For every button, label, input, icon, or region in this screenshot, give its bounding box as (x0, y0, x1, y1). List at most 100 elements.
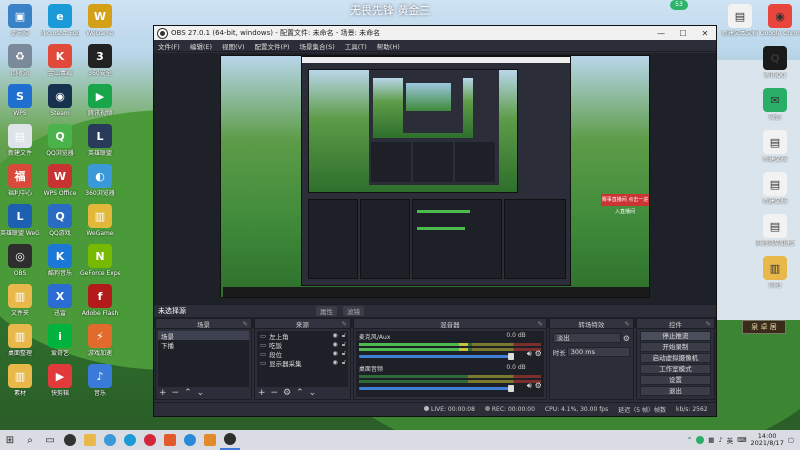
obs-window[interactable]: OBS 27.0.1 (64-bit, windows) - 配置文件: 未命名… (153, 25, 717, 417)
source-item[interactable]: ▭ 显示器采集 ◉ 🔓︎ (257, 358, 348, 368)
menu-item[interactable]: 帮助(H) (377, 41, 400, 51)
lock-icon[interactable]: 🔓︎ (342, 340, 346, 349)
taskbar-app-1[interactable] (60, 430, 80, 450)
speaker-icon[interactable]: 🔊︎ (527, 349, 532, 359)
lock-icon[interactable]: 🔓︎ (342, 331, 346, 340)
desktop-icon[interactable]: S WPS (0, 84, 40, 117)
preview-area[interactable]: 赛事直播间 点击一进入直播间 (154, 53, 716, 328)
notifications-icon[interactable]: ▢ (788, 436, 794, 444)
desktop-icon[interactable]: K 金山毒霸 (40, 44, 80, 77)
control-button[interactable]: 设置 (639, 375, 711, 385)
filters-button[interactable]: 滤镜 (343, 306, 364, 316)
menu-item[interactable]: 文件(F) (158, 41, 180, 51)
properties-button[interactable]: 属性 (316, 306, 337, 316)
desktop-icon[interactable]: 福福利中心 (0, 164, 40, 197)
desktop-icon[interactable]: L 英雄联盟 (80, 124, 120, 157)
taskbar-app-3[interactable] (100, 430, 120, 450)
desktop-icon[interactable]: ♻ 回收站 (0, 44, 40, 77)
desktop-icon[interactable]: 3 360安全 (80, 44, 120, 77)
desktop-icon[interactable]: ▤ 新建文件 (0, 124, 40, 157)
desktop-icon[interactable]: ▥ 桌面整理 (0, 324, 40, 357)
desktop-icon[interactable]: ▤ 新建文档 (755, 130, 795, 163)
desktop-icon[interactable]: ▤ 新建文档 (755, 172, 795, 205)
desktop-icon[interactable]: ◉ Google Chrome (760, 4, 800, 37)
clock[interactable]: 14:00 2021/8/17 (751, 433, 784, 447)
taskbar-app-2[interactable] (80, 430, 100, 450)
keyboard-icon[interactable]: ⌨ (737, 436, 746, 444)
desktop-icon[interactable]: ♪ 音乐 (80, 364, 120, 397)
scenes-toolbar[interactable]: +−⌃⌄ (159, 388, 209, 398)
desktop-icon[interactable]: W WeGame (80, 4, 120, 37)
desktop-icon[interactable]: Q 腾讯QQ (755, 46, 795, 79)
maximize-icon[interactable]: ☐ (672, 29, 694, 38)
channel-settings-icon[interactable]: ⚙ (535, 381, 542, 390)
taskbar-app-8[interactable] (200, 430, 220, 450)
desktop-icon[interactable]: ⚡ 游戏加速 (80, 324, 120, 357)
speaker-icon[interactable]: 🔊︎ (527, 381, 532, 391)
duration-input[interactable]: 300 ms (566, 347, 630, 357)
menu-item[interactable]: 视图(V) (222, 41, 245, 51)
desktop-icon[interactable]: ▶ 快剪辑 (40, 364, 80, 397)
menu-item[interactable]: 场景集合(S) (300, 41, 335, 51)
notification-badge[interactable]: 53 (670, 0, 688, 10)
desktop-icon[interactable]: f Adobe Flash (80, 284, 120, 317)
visibility-eye-icon[interactable]: ◉ (332, 341, 337, 348)
desktop-icon[interactable]: Q QQ游戏 (40, 204, 80, 237)
control-button[interactable]: 停止推流 (639, 331, 711, 341)
visibility-eye-icon[interactable]: ◉ (332, 332, 337, 339)
visibility-eye-icon[interactable]: ◉ (332, 359, 337, 366)
lock-icon[interactable]: 🔓︎ (342, 349, 346, 358)
desktop-icon[interactable]: W WPS Office (40, 164, 80, 197)
menu-item[interactable]: 编辑(E) (190, 41, 212, 51)
network-icon[interactable]: ▦ (708, 436, 714, 444)
taskbar-app-7[interactable] (180, 430, 200, 450)
obs-titlebar[interactable]: OBS 27.0.1 (64-bit, windows) - 配置文件: 未命名… (154, 26, 716, 40)
menu-item[interactable]: 工具(T) (345, 41, 367, 51)
preview-canvas[interactable]: 赛事直播间 点击一进入直播间 (220, 55, 650, 298)
transition-select[interactable]: 淡出 (552, 333, 621, 343)
task-view-button[interactable]: ▭ (40, 430, 60, 450)
tray-chevron-icon[interactable]: ⌃ (687, 436, 692, 444)
lock-icon[interactable]: 🔓︎ (342, 358, 346, 367)
scene-item[interactable]: 下播 (158, 340, 249, 350)
desktop-icon[interactable]: ▥ WeGame (80, 204, 120, 237)
desktop-icon[interactable]: i 爱奇艺 (40, 324, 80, 357)
control-button[interactable]: 开始录制 (639, 342, 711, 352)
sources-list[interactable]: ▭ 左上角 ◉ 🔓︎ ▭ 吃饭 ◉ 🔓︎ ▭ 段位 ◉ 🔓︎ ▭ 显示器采集 ◉ 🔓︎ (256, 331, 348, 387)
desktop-icon[interactable]: ▥ 网吧 (755, 256, 795, 289)
sources-toolbar[interactable]: +−⚙⌃⌄ (258, 388, 321, 398)
close-icon[interactable]: ✕ (694, 29, 716, 38)
volume-slider[interactable] (358, 385, 514, 392)
start-button[interactable]: ⊞ (0, 430, 20, 450)
desktop-icon[interactable]: ◉ Steam (40, 84, 80, 117)
control-button[interactable]: 退出 (639, 386, 711, 396)
desktop-icon[interactable]: Q QQ浏览器 (40, 124, 80, 157)
desktop-icon[interactable]: K 酷狗音乐 (40, 244, 80, 277)
desktop-icon[interactable]: X 迅雷 (40, 284, 80, 317)
desktop-icon[interactable]: ◎ OBS (0, 244, 40, 277)
desktop-icon[interactable]: ◐ 360浏览器 (80, 164, 120, 197)
transition-settings-icon[interactable]: ⚙ (623, 334, 630, 343)
taskbar-app-4[interactable] (120, 430, 140, 450)
volume-icon[interactable]: ♪ (718, 436, 722, 444)
tray-app-icon[interactable] (696, 436, 705, 444)
desktop-icon[interactable]: ▤ 新建文本文档 (720, 4, 760, 37)
taskbar-app-6[interactable] (160, 430, 180, 450)
channel-settings-icon[interactable]: ⚙ (535, 349, 542, 358)
search-button[interactable]: ⌕ (20, 430, 40, 450)
desktop-icon[interactable]: L 英雄联盟 WeGame版 (0, 204, 40, 237)
taskbar-app-obs[interactable] (220, 430, 240, 450)
scenes-list[interactable]: 场景 下播 (158, 331, 249, 387)
desktop-icon[interactable]: ▥ 文件夹 (0, 284, 40, 317)
menu-item[interactable]: 配置文件(P) (255, 41, 290, 51)
desktop-icon[interactable]: ▶ 腾讯视频 (80, 84, 120, 117)
control-button[interactable]: 工作室模式 (639, 364, 711, 374)
control-button[interactable]: 启动虚拟摄像机 (639, 353, 711, 363)
taskbar-app-5[interactable] (140, 430, 160, 450)
desktop-icon[interactable]: ▣ 此电脑 (0, 4, 40, 37)
desktop-icon[interactable]: ▥ 素材 (0, 364, 40, 397)
desktop-icon[interactable]: e Microsoft Edge (40, 4, 80, 37)
volume-slider[interactable] (358, 353, 514, 360)
visibility-eye-icon[interactable]: ◉ (332, 350, 337, 357)
minimize-icon[interactable]: — (650, 29, 672, 38)
